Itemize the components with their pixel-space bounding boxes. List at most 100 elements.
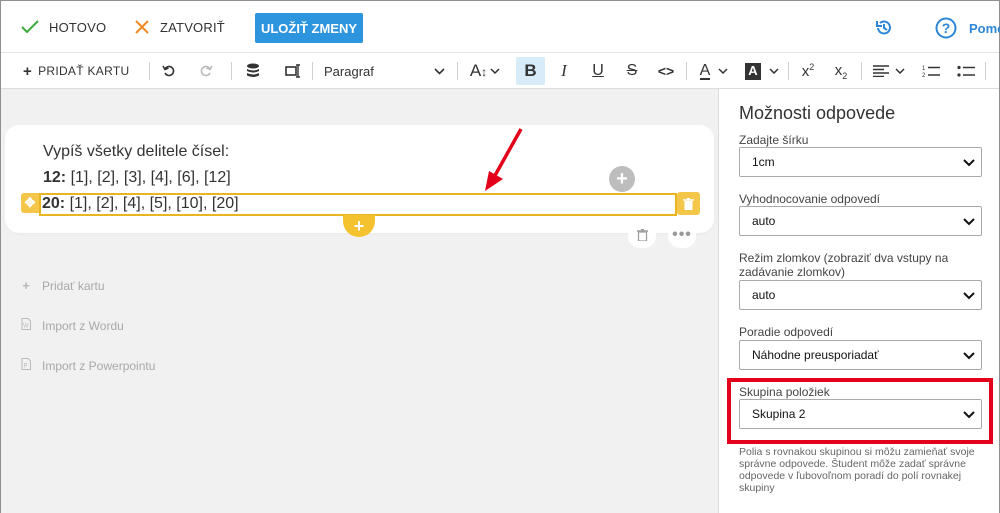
chevron-down-icon [769,68,779,74]
chevron-down-icon [434,67,445,75]
fraction-mode-select[interactable]: auto [739,280,982,310]
underline-button[interactable]: U [588,53,608,89]
align-button[interactable] [869,53,909,89]
fraction-mode-label: Režim zlomkov (zobraziť dva vstupy na za… [739,251,949,279]
plus-icon: + [22,278,30,293]
toolbar-divider [788,62,789,80]
answer-order-label: Poradie odpovedí [739,325,834,339]
import-powerpoint-link-label: Import z Powerpointu [42,358,156,373]
formatting-toolbar: + PRIDAŤ KARTU Paragraf A↕ B I U S <> A … [1,53,999,89]
fraction-mode-select-value: auto [752,288,776,302]
italic-button[interactable]: I [554,53,574,89]
chevron-down-icon [963,159,975,167]
import-powerpoint-link[interactable]: P Import z Powerpointu [20,358,155,373]
ordered-list-button[interactable]: 12 [919,53,943,89]
subscript-button[interactable]: x2 [829,53,853,89]
import-word-link-label: Import z Wordu [42,318,124,333]
paragraph-style-select[interactable]: Paragraf [324,53,449,89]
chevron-down-icon [963,292,975,300]
svg-text:P: P [24,364,28,370]
font-size-button[interactable]: A↕ [465,53,505,89]
annotation-arrow-icon [485,128,523,191]
close-label: ZATVORIŤ [160,19,225,35]
strikethrough-icon: S [626,62,638,79]
code-icon: <> [657,63,675,79]
number-label: 12: [43,169,67,186]
drag-handle-icon[interactable]: ✥ [21,193,39,213]
align-left-icon [873,65,889,77]
close-button[interactable]: ZATVORIŤ [134,13,225,41]
toolbar-divider [231,62,232,80]
annotation-highlight-box [727,378,993,444]
highlight-color-icon: A [745,62,761,80]
word-file-icon: W [20,318,32,333]
code-button[interactable]: <> [654,53,678,89]
chevron-down-icon [963,352,975,360]
add-card-label: PRIDAŤ KARTU [38,64,130,78]
answer-order-select[interactable]: Náhodne preusporiadať [739,340,982,370]
italic-icon: I [561,61,567,80]
width-select-value: 1cm [752,155,775,169]
editor-area: Vypíš všetky delitele čísel: 12: [1], [2… [1,89,718,513]
delete-line-button[interactable] [677,192,700,215]
plus-icon: + [23,62,33,80]
import-word-link[interactable]: W Import z Wordu [20,318,124,333]
svg-text:?: ? [942,20,951,36]
more-options-button[interactable]: ••• [668,222,696,248]
toolbar-divider [312,62,313,80]
item-group-hint: Polia s rovnakou skupinou si môžu zamieň… [739,446,975,494]
bold-button[interactable]: B [516,57,545,85]
add-card-button[interactable]: + PRIDAŤ KARTU [23,53,129,89]
width-select[interactable]: 1cm [739,147,982,177]
undo-icon[interactable] [159,53,179,89]
toolbar-divider [686,62,687,80]
answer-line-20-selected[interactable]: 20: [1], [2], [4], [5], [10], [20] [39,193,677,216]
top-bar: HOTOVO ZATVORIŤ ULOŽIŤ ZMENY ? Pomo [1,1,1000,53]
text-color-button[interactable]: A [694,53,734,89]
font-size-icon: A↕ [469,61,488,80]
answer-line-20: 20: [1], [2], [4], [5], [10], [20] [42,195,239,213]
help-icon: ? [935,17,957,39]
evaluation-select-value: auto [752,214,776,228]
toolbar-divider [457,62,458,80]
add-card-link-label: Pridať kartu [42,278,105,293]
bold-icon: B [524,61,537,80]
text-field-icon[interactable] [282,53,304,89]
svg-text:2: 2 [922,73,926,78]
add-card-link[interactable]: + Pridať kartu [20,278,105,293]
panel-title: Možnosti odpovede [739,103,896,123]
superscript-button[interactable]: x2 [796,53,820,89]
done-label: HOTOVO [49,19,107,35]
redo-icon[interactable] [196,53,216,89]
answer-line-12: 12: [1], [2], [3], [4], [6], [12] [43,169,231,187]
text-color-icon: A [699,61,711,80]
evaluation-select[interactable]: auto [739,206,982,236]
evaluation-label: Vyhodnocovanie odpovedí [739,192,880,206]
help-button[interactable]: ? Pomo [935,17,1000,39]
strikethrough-button[interactable]: S [622,53,642,89]
svg-text:1: 1 [922,66,926,72]
help-label: Pomo [969,20,1000,36]
trash-icon [636,229,648,241]
svg-text:W: W [23,324,29,330]
chevron-down-icon [490,68,500,74]
chevron-down-icon [963,218,975,226]
superscript-icon: x2 [801,62,815,80]
database-icon[interactable] [243,53,263,89]
divisors-list: [1], [2], [4], [5], [10], [20] [65,195,239,212]
delete-card-button[interactable] [628,222,656,248]
toolbar-divider [985,62,986,80]
number-label: 20: [42,195,66,212]
history-icon[interactable] [874,18,894,43]
close-icon [135,20,149,34]
powerpoint-file-icon: P [20,358,32,373]
highlight-color-button[interactable]: A [742,53,782,89]
add-element-button[interactable]: + [609,166,635,192]
subscript-icon: x2 [834,61,848,81]
answer-options-panel: Možnosti odpovede Zadajte šírku 1cm Vyho… [718,89,999,513]
bullet-list-button[interactable] [954,53,978,89]
done-button[interactable]: HOTOVO [21,13,106,41]
more-icon: ••• [672,226,692,243]
save-changes-button[interactable]: ULOŽIŤ ZMENY [255,13,363,43]
add-line-button[interactable]: + [343,215,375,237]
